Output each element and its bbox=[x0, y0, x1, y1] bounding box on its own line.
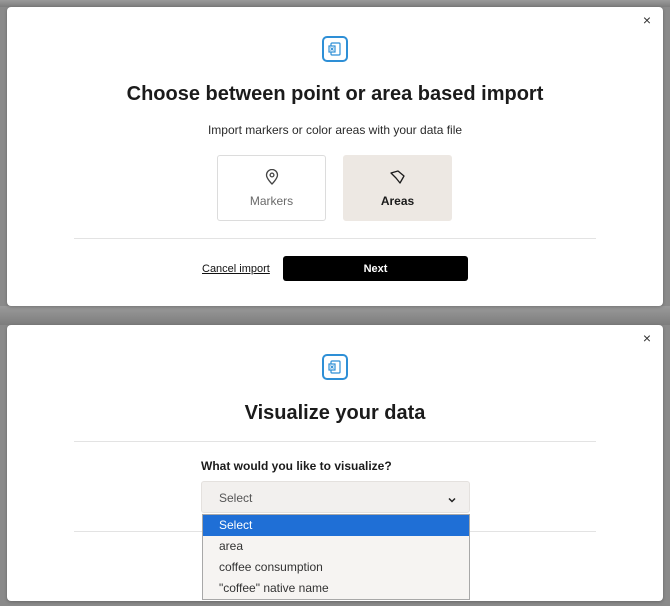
chevron-down-icon bbox=[447, 492, 457, 503]
close-icon[interactable]: × bbox=[640, 13, 654, 27]
visualize-dropdown-list: Select area coffee consumption "coffee" … bbox=[202, 514, 470, 600]
dropdown-option[interactable]: Select bbox=[203, 515, 469, 536]
visualize-select[interactable]: Select bbox=[201, 481, 470, 513]
backdrop bbox=[0, 0, 670, 7]
spreadsheet-file-icon bbox=[322, 36, 348, 62]
cancel-import-link[interactable]: Cancel import bbox=[202, 263, 270, 275]
modal-title: Choose between point or area based impor… bbox=[126, 83, 544, 105]
divider bbox=[74, 441, 596, 442]
import-type-modal: × Choose between point or area based imp… bbox=[7, 7, 663, 306]
select-current-value: Select bbox=[219, 491, 253, 505]
backdrop bbox=[0, 306, 670, 325]
visualize-data-modal: × Visualize your data What would you lik… bbox=[7, 325, 663, 601]
divider bbox=[74, 238, 596, 239]
modal-title: Visualize your data bbox=[244, 402, 426, 424]
visualize-question-label: What would you like to visualize? bbox=[201, 459, 392, 473]
map-pin-icon bbox=[265, 168, 279, 186]
dropdown-option[interactable]: area bbox=[203, 536, 469, 557]
areas-option-card[interactable]: Areas bbox=[343, 155, 452, 221]
markers-option-label: Markers bbox=[249, 194, 294, 208]
next-button[interactable]: Next bbox=[283, 256, 468, 281]
markers-option-card[interactable]: Markers bbox=[217, 155, 326, 221]
modal-subtitle: Import markers or color areas with your … bbox=[207, 123, 463, 137]
spreadsheet-file-icon bbox=[322, 354, 348, 380]
polygon-icon bbox=[389, 168, 407, 186]
close-icon[interactable]: × bbox=[640, 331, 654, 345]
areas-option-label: Areas bbox=[380, 194, 415, 208]
dropdown-option[interactable]: "coffee" native name bbox=[203, 578, 469, 599]
dropdown-option[interactable]: coffee consumption bbox=[203, 557, 469, 578]
